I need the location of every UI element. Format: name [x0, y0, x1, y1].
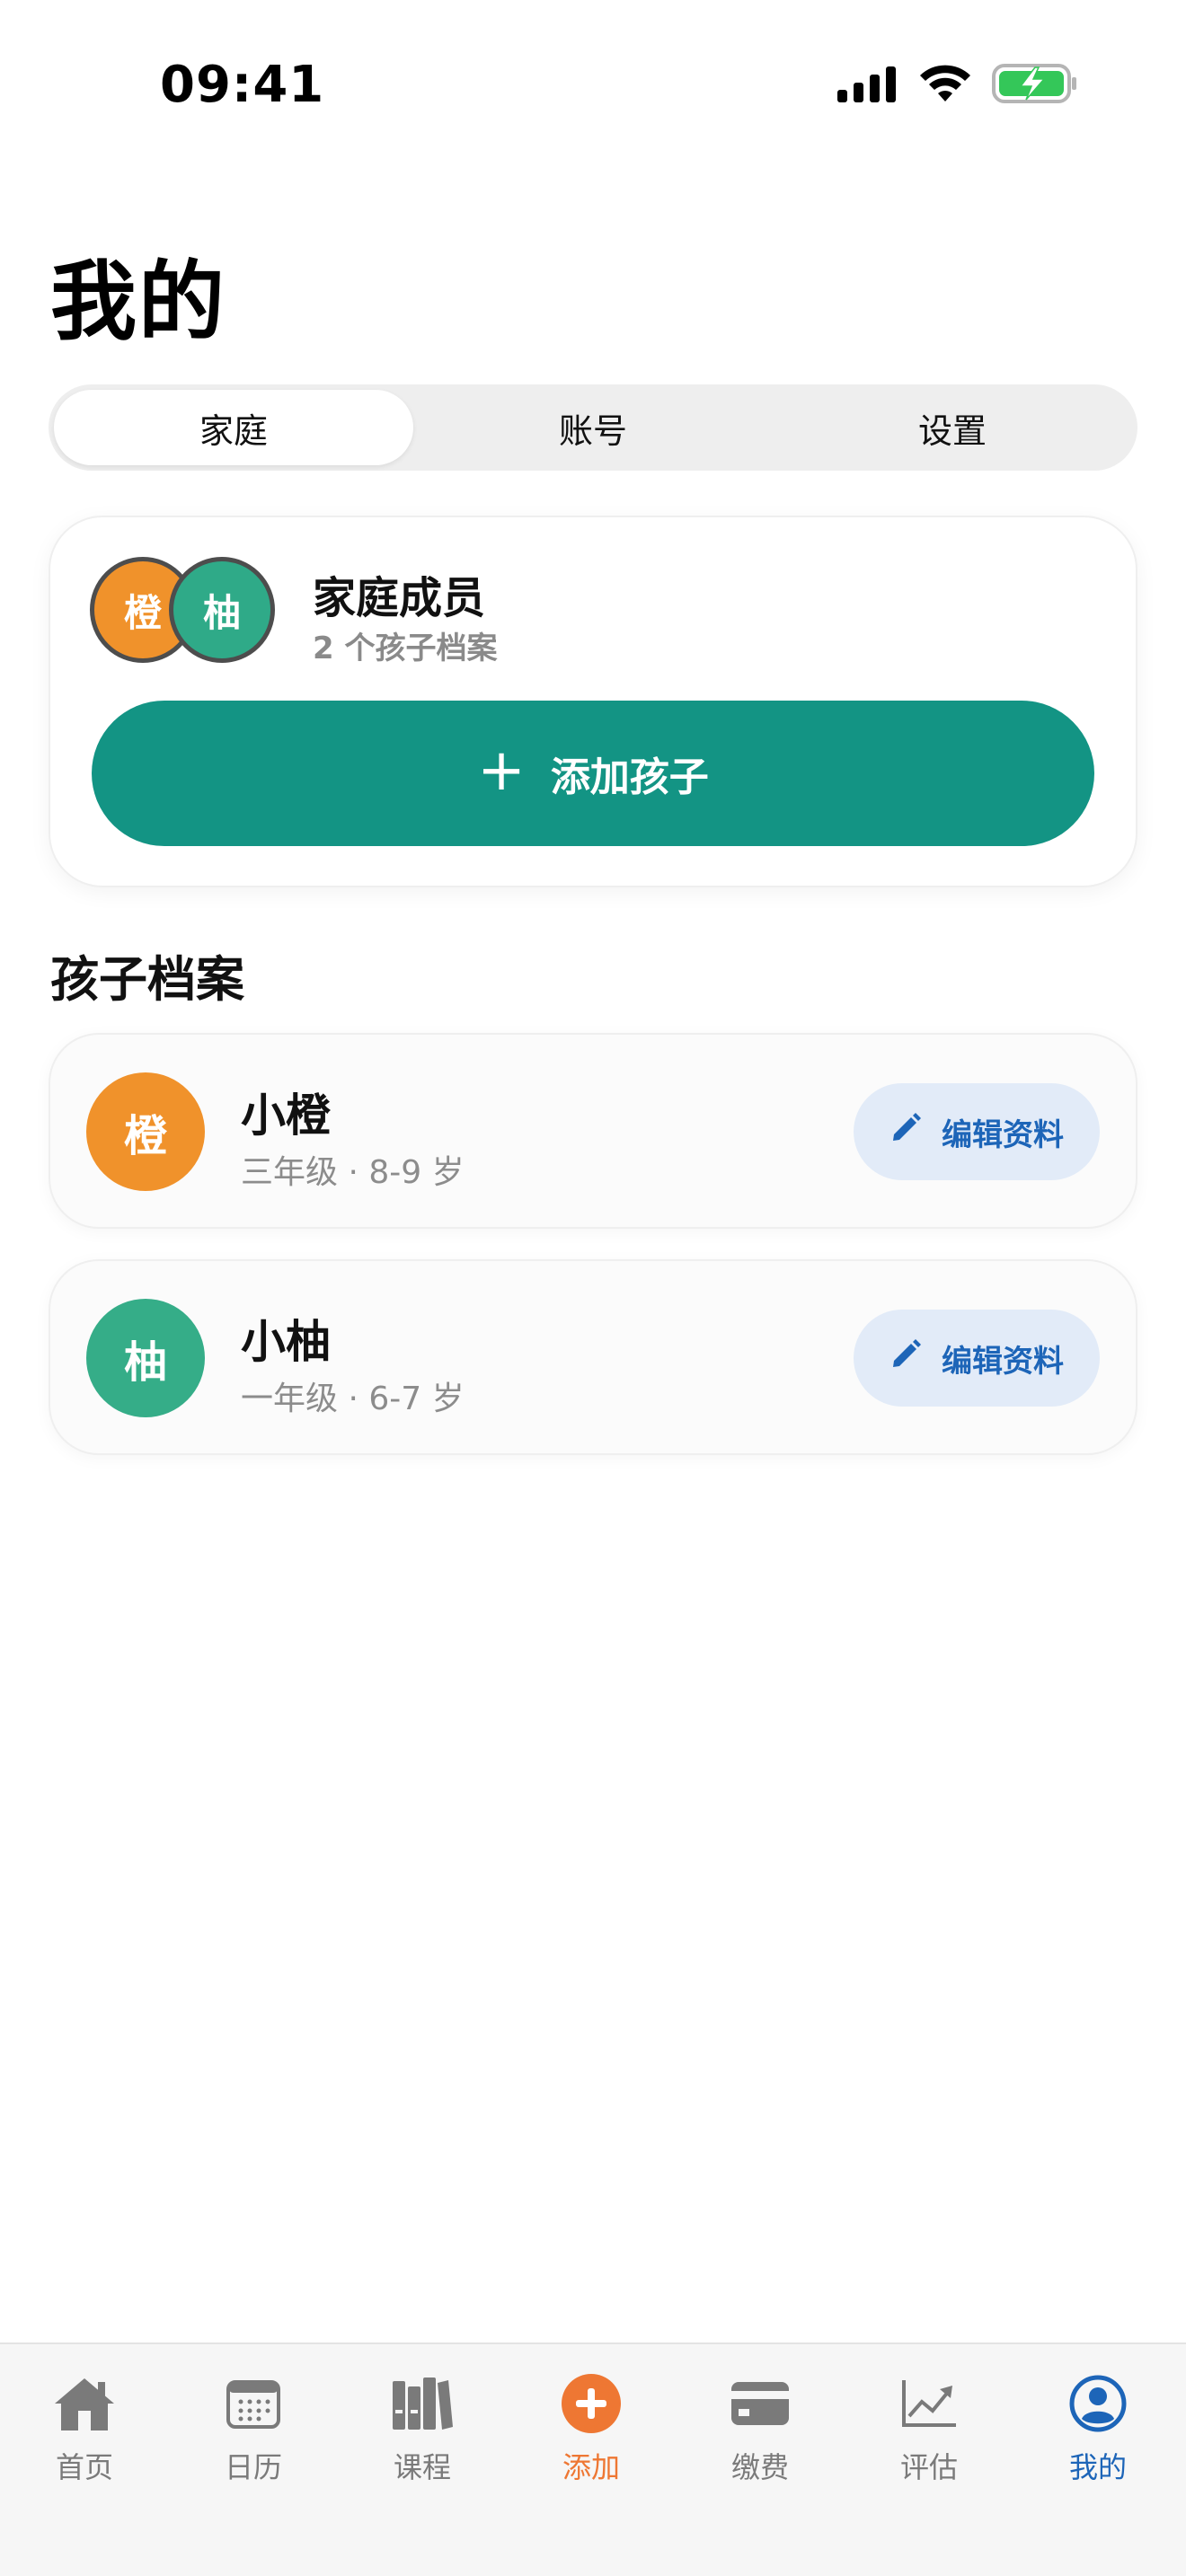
- family-title: 家庭成员: [313, 573, 486, 623]
- section-title: 孩子档案: [50, 951, 244, 1008]
- books-icon: [391, 2371, 454, 2436]
- credit-card-icon: [730, 2371, 791, 2436]
- tab-home-label: 首页: [55, 2450, 113, 2484]
- tab-home[interactable]: 首页: [0, 2371, 169, 2486]
- tab-calendar[interactable]: 日历: [169, 2371, 338, 2486]
- page-title: 我的: [50, 251, 226, 352]
- avatar-pomelo: 柚: [169, 557, 275, 663]
- tab-profile[interactable]: 我的: [1013, 2371, 1182, 2486]
- tab-profile-label: 我的: [1068, 2450, 1127, 2484]
- cellular-signal-icon: [837, 65, 898, 102]
- family-subtitle: 2 个孩子档案: [313, 631, 498, 666]
- wifi-icon: [918, 64, 972, 103]
- tab-add[interactable]: 添加: [507, 2371, 676, 2486]
- add-circle-icon: [560, 2371, 623, 2436]
- status-time: 09:41: [160, 56, 325, 114]
- tab-assessment[interactable]: 评估: [845, 2371, 1013, 2486]
- tab-payment[interactable]: 缴费: [676, 2371, 845, 2486]
- child-avatar: 柚: [86, 1299, 205, 1417]
- add-child-label: 添加孩子: [550, 754, 709, 800]
- avatar-stack: 橙 柚: [90, 557, 288, 665]
- tab-assessment-label: 评估: [899, 2450, 958, 2484]
- child-meta: 三年级 · 8-9 岁: [241, 1154, 465, 1191]
- trend-chart-icon: [900, 2371, 958, 2436]
- edit-profile-label: 编辑资料: [942, 1343, 1064, 1380]
- tab-family[interactable]: 家庭: [54, 390, 413, 465]
- child-card: 橙 小橙 三年级 · 8-9 岁 编辑资料: [49, 1033, 1137, 1229]
- pencil-icon: [890, 1112, 922, 1152]
- edit-profile-label: 编辑资料: [942, 1116, 1064, 1153]
- tab-courses[interactable]: 课程: [338, 2371, 507, 2486]
- tab-courses-label: 课程: [393, 2450, 451, 2484]
- tab-add-label: 添加: [562, 2450, 620, 2484]
- tab-payment-label: 缴费: [730, 2450, 789, 2484]
- battery-charging-icon: [992, 63, 1078, 104]
- profile-icon: [1069, 2371, 1127, 2436]
- house-icon: [53, 2371, 116, 2436]
- tab-calendar-label: 日历: [224, 2450, 282, 2484]
- tab-account[interactable]: 账号: [413, 390, 773, 465]
- child-avatar: 橙: [86, 1072, 205, 1191]
- edit-profile-button[interactable]: 编辑资料: [854, 1310, 1100, 1407]
- segmented-control: 家庭 账号 设置: [49, 384, 1137, 471]
- status-bar: 09:41: [0, 0, 1186, 171]
- pencil-icon: [890, 1338, 922, 1379]
- child-meta: 一年级 · 6-7 岁: [241, 1381, 465, 1417]
- child-name: 小柚: [241, 1316, 331, 1368]
- child-card: 柚 小柚 一年级 · 6-7 岁 编辑资料: [49, 1259, 1137, 1455]
- family-card: 橙 柚 家庭成员 2 个孩子档案 + 添加孩子: [49, 516, 1137, 887]
- bottom-tab-bar: 首页 日历 课程 添加 缴费 评估 我的: [0, 2342, 1186, 2576]
- status-icons: [837, 63, 1078, 104]
- tab-settings[interactable]: 设置: [773, 390, 1132, 465]
- child-name: 小橙: [241, 1090, 331, 1142]
- add-child-button[interactable]: + 添加孩子: [92, 701, 1094, 846]
- plus-icon: +: [477, 737, 526, 804]
- edit-profile-button[interactable]: 编辑资料: [854, 1083, 1100, 1180]
- calendar-icon: [226, 2371, 280, 2436]
